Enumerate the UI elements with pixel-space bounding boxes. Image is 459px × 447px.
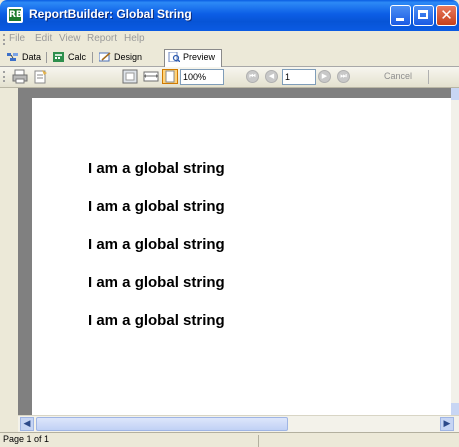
status-divider — [258, 435, 259, 447]
scroll-right-icon: ▶ — [443, 419, 451, 429]
next-page-icon: ▶ — [321, 72, 328, 80]
menu-grip-icon[interactable] — [3, 34, 7, 45]
tab-separator — [92, 52, 93, 63]
tab-data[interactable]: Data — [4, 50, 44, 66]
next-page-button[interactable]: ▶ — [318, 70, 331, 83]
app-icon[interactable]: RB — [7, 7, 23, 23]
report-text-line: I am a global string — [88, 160, 225, 177]
report-builder-window: RB ReportBuilder: Global String ✕ File E… — [0, 0, 459, 447]
report-text-line: I am a global string — [88, 274, 225, 291]
app-icon-glyph: RB — [9, 9, 23, 21]
scroll-right-button[interactable]: ▶ — [440, 417, 454, 431]
menu-view[interactable]: View — [59, 33, 81, 44]
tab-design-label: Design — [114, 52, 143, 62]
zoom-100-icon[interactable] — [162, 69, 178, 84]
page-width-icon[interactable] — [143, 69, 159, 84]
page-number-field[interactable]: 1 — [282, 69, 316, 85]
last-page-button[interactable]: ⏭ — [337, 70, 350, 83]
report-preview-area[interactable]: I am a global string I am a global strin… — [18, 88, 451, 415]
toolbar-separator — [428, 70, 429, 84]
menu-report[interactable]: Report — [87, 33, 117, 44]
menu-file[interactable]: File — [9, 33, 25, 44]
close-button[interactable]: ✕ — [436, 5, 457, 26]
menu-edit[interactable]: Edit — [35, 33, 52, 44]
scroll-down-button[interactable] — [451, 403, 459, 415]
scroll-left-button[interactable]: ◀ — [20, 417, 34, 431]
first-page-icon: ⏮ — [249, 72, 256, 80]
report-page: I am a global string I am a global strin… — [32, 98, 451, 415]
preview-toolbar: 100% ⏮ ◀ 1 ▶ ⏭ Cancel — [0, 67, 459, 88]
tab-calc-label: Calc — [68, 52, 87, 62]
minimize-button[interactable] — [390, 5, 411, 26]
horizontal-scroll-thumb[interactable] — [36, 417, 288, 431]
data-icon — [7, 52, 18, 61]
tab-calc[interactable]: Calc — [50, 50, 90, 66]
cancel-button[interactable]: Cancel — [384, 71, 412, 81]
zoom-field[interactable]: 100% — [180, 69, 224, 85]
tab-design[interactable]: Design — [96, 50, 162, 66]
previous-page-icon: ◀ — [268, 72, 275, 80]
previous-page-button[interactable]: ◀ — [265, 70, 278, 83]
horizontal-scrollbar[interactable]: ◀ ▶ — [18, 415, 459, 432]
tab-separator — [46, 52, 47, 63]
maximize-icon — [418, 10, 428, 19]
status-bar: Page 1 of 1 — [0, 432, 459, 447]
design-icon — [99, 52, 111, 62]
title-bar[interactable]: RB ReportBuilder: Global String ✕ — [0, 0, 459, 31]
scroll-up-button[interactable] — [451, 88, 459, 100]
report-text-line: I am a global string — [88, 312, 225, 329]
window-title: ReportBuilder: Global String — [29, 7, 192, 21]
preview-icon — [168, 51, 180, 62]
report-text-line: I am a global string — [88, 198, 225, 215]
open-file-icon[interactable] — [33, 69, 49, 84]
first-page-button[interactable]: ⏮ — [246, 70, 259, 83]
whole-page-icon[interactable] — [122, 69, 138, 84]
tab-preview-label: Preview — [183, 52, 216, 62]
print-icon[interactable] — [12, 69, 28, 84]
tab-preview[interactable]: Preview — [164, 49, 222, 67]
tab-bar: Data Calc Design Preview — [0, 48, 459, 67]
menu-help[interactable]: Help — [124, 33, 145, 44]
tab-data-label: Data — [22, 52, 42, 62]
report-text-line: I am a global string — [88, 236, 225, 253]
page-status: Page 1 of 1 — [3, 434, 50, 444]
toolbar-grip-icon[interactable] — [3, 71, 7, 82]
vertical-scrollbar[interactable] — [451, 88, 459, 415]
last-page-icon: ⏭ — [340, 72, 347, 80]
calc-icon — [53, 51, 64, 62]
close-icon: ✕ — [440, 6, 453, 24]
maximize-button[interactable] — [413, 5, 434, 26]
menu-bar: File Edit View Report Help — [0, 31, 459, 48]
minimize-icon — [396, 18, 404, 21]
left-margin — [0, 88, 18, 415]
scroll-left-icon: ◀ — [23, 419, 31, 429]
